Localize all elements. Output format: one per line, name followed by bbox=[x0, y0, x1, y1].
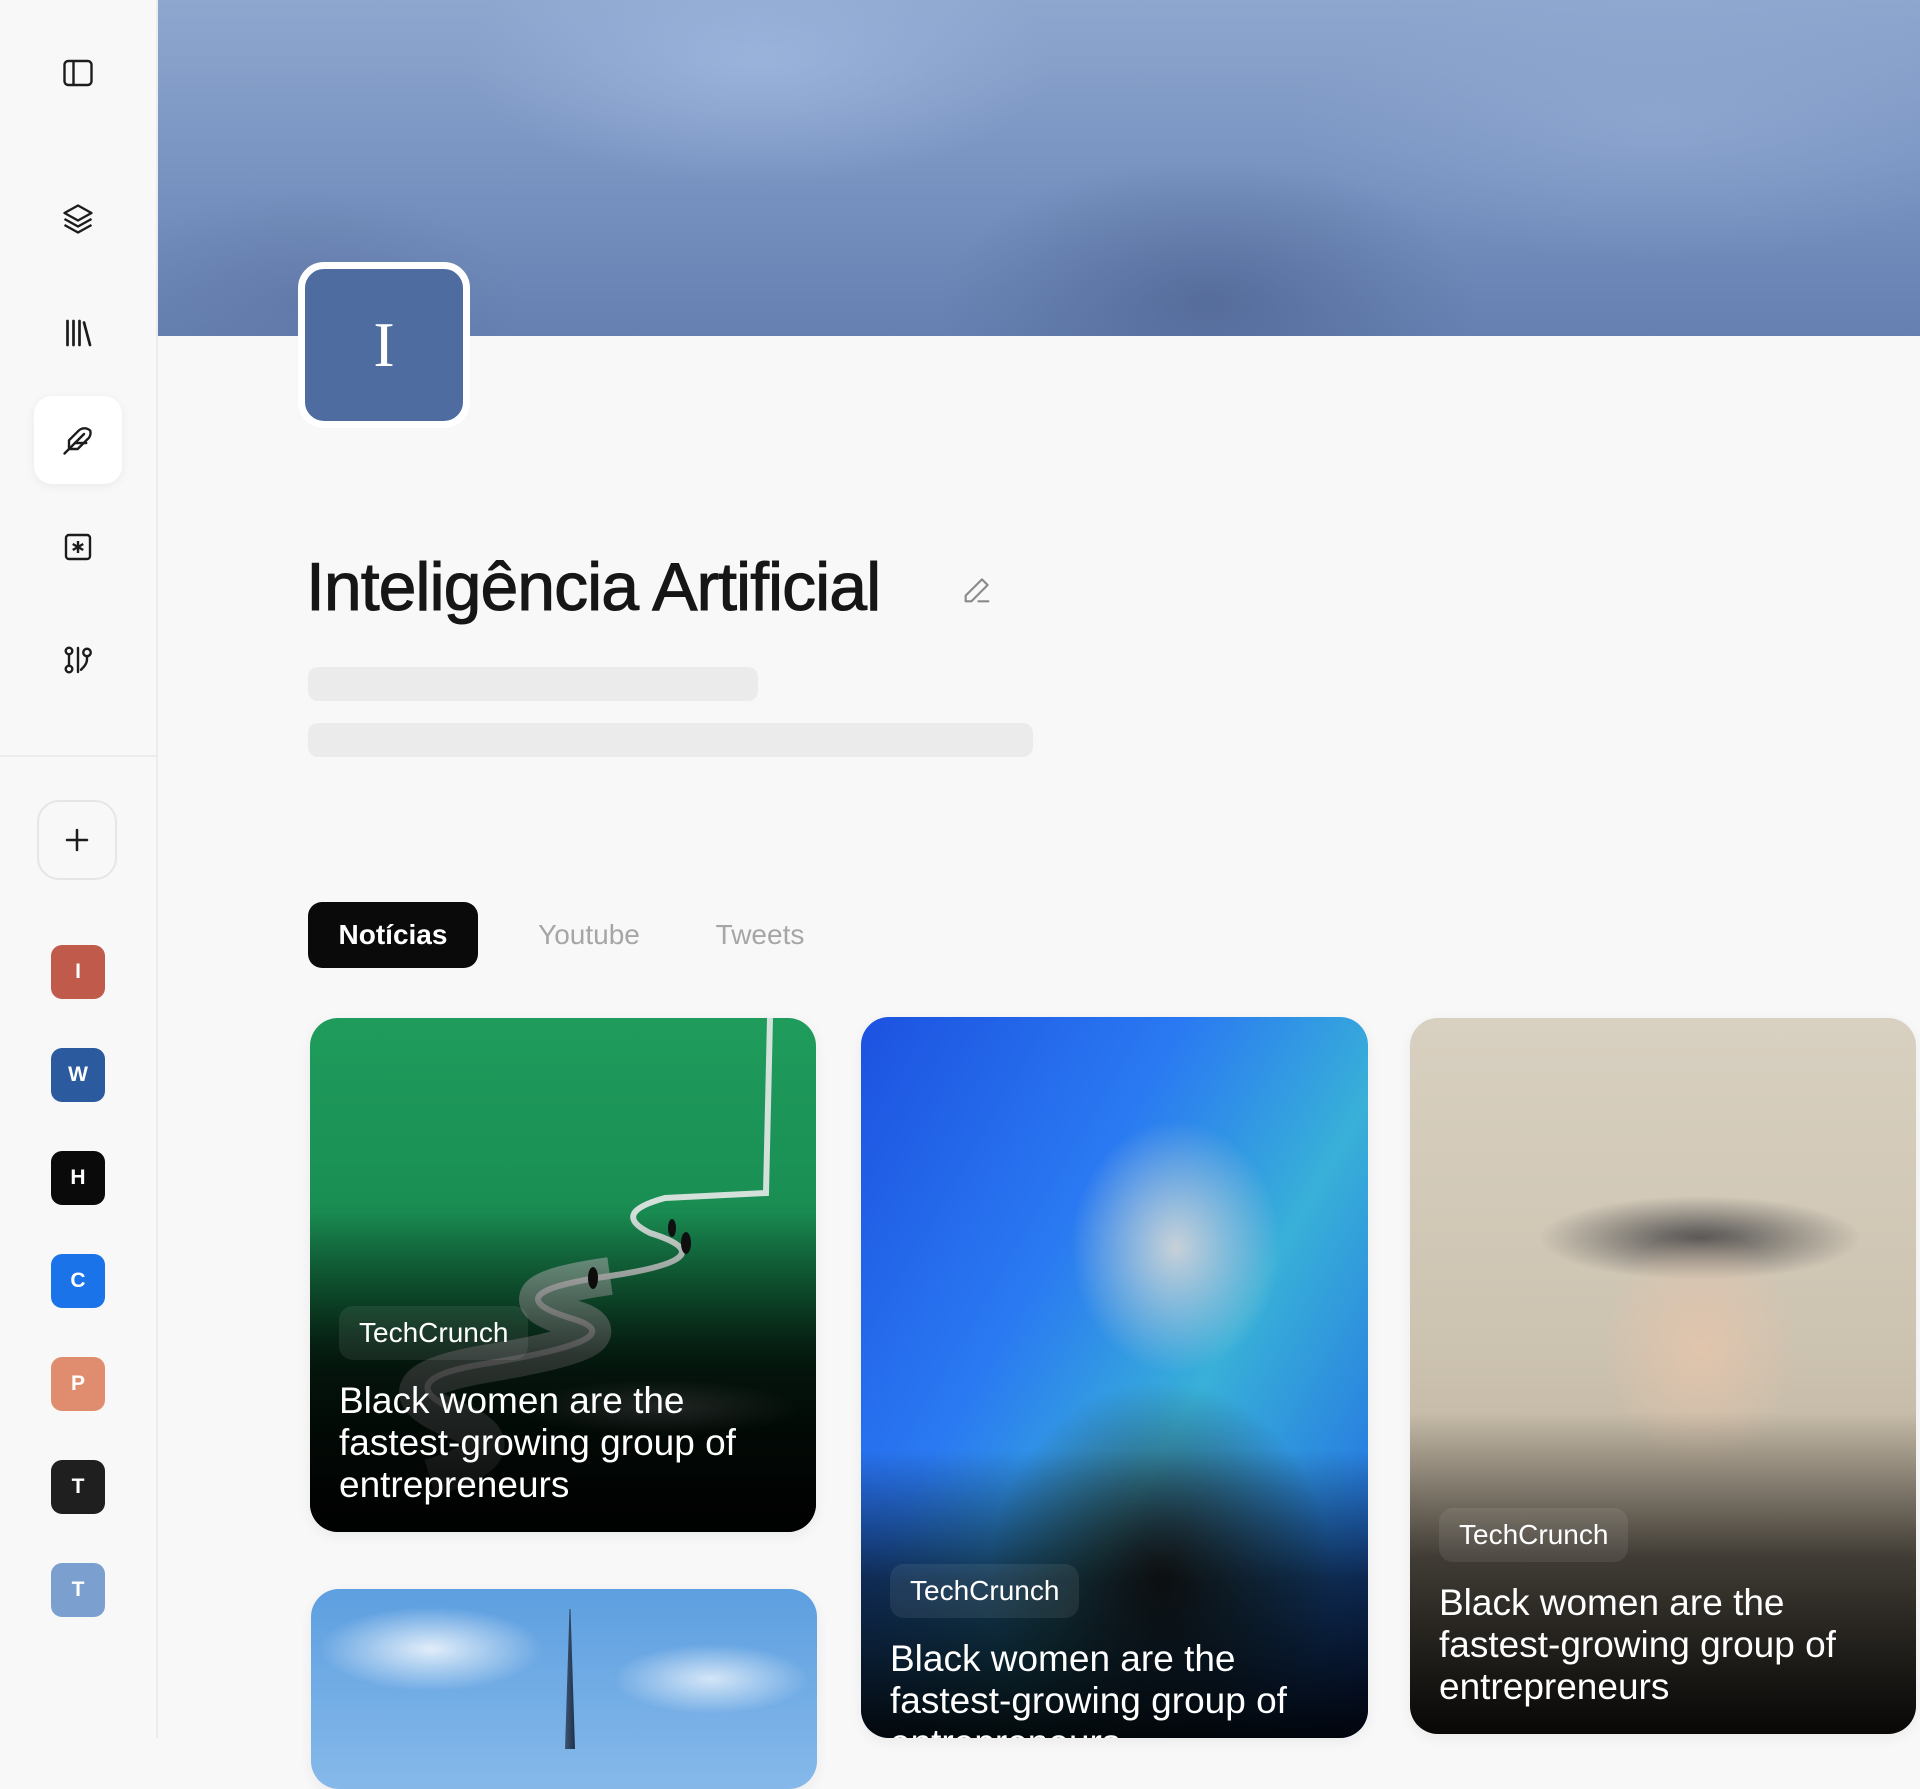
workspace-button[interactable]: I bbox=[51, 945, 105, 999]
card-content: TechCrunch Black women are the fastest-g… bbox=[339, 1306, 796, 1506]
nav-feed[interactable] bbox=[34, 396, 122, 484]
avatar-letter: I bbox=[373, 309, 395, 380]
description-skeleton-line bbox=[308, 667, 758, 701]
library-icon bbox=[66, 319, 92, 347]
topic-avatar: I bbox=[298, 262, 470, 428]
card-title: Black women are the fastest-growing grou… bbox=[890, 1638, 1287, 1738]
workspace-letter: C bbox=[70, 1269, 86, 1292]
sidebar-toggle-icon bbox=[63, 59, 93, 87]
workspace-button[interactable]: H bbox=[51, 1151, 105, 1205]
tab-youtube[interactable]: Youtube bbox=[516, 902, 662, 968]
asterisk-box-icon bbox=[64, 533, 92, 561]
workspace-letter: H bbox=[70, 1166, 86, 1189]
sidebar: I W H C P T T bbox=[0, 0, 158, 1738]
news-card[interactable]: TechCrunch Black women are the fastest-g… bbox=[310, 1018, 816, 1532]
tab-tweets[interactable]: Tweets bbox=[694, 902, 826, 968]
nav-library[interactable] bbox=[34, 289, 122, 377]
flow-icon bbox=[64, 646, 92, 674]
workspace-letter: P bbox=[70, 1372, 85, 1395]
description-skeleton-line bbox=[308, 723, 1033, 757]
sidebar-toggle-button[interactable] bbox=[34, 29, 122, 117]
tab-noticias[interactable]: Notícias bbox=[308, 902, 478, 968]
news-card[interactable]: TechCrunch Black women are the fastest-g… bbox=[861, 1017, 1368, 1738]
news-card[interactable] bbox=[311, 1589, 817, 1789]
nav-layers[interactable] bbox=[34, 175, 122, 263]
page-title: Inteligência Artificial bbox=[305, 549, 881, 626]
plus-icon bbox=[65, 828, 89, 852]
workspace-button[interactable]: C bbox=[51, 1254, 105, 1308]
source-badge: TechCrunch bbox=[1439, 1508, 1629, 1562]
sidebar-divider bbox=[0, 755, 156, 757]
layers-icon bbox=[63, 204, 93, 234]
news-card[interactable]: TechCrunch Black women are the fastest-g… bbox=[1410, 1018, 1916, 1734]
source-badge: TechCrunch bbox=[890, 1564, 1080, 1618]
card-content: TechCrunch Black women are the fastest-g… bbox=[890, 1564, 1348, 1738]
workspace-button[interactable]: T bbox=[51, 1563, 105, 1617]
pencil-icon bbox=[964, 578, 990, 603]
workspace-letter: W bbox=[68, 1063, 88, 1086]
card-image bbox=[565, 1609, 575, 1749]
workspace-letter: T bbox=[71, 1475, 85, 1498]
nav-flows[interactable] bbox=[34, 616, 122, 704]
workspace-button[interactable]: P bbox=[51, 1357, 105, 1411]
workspace-button[interactable]: W bbox=[51, 1048, 105, 1102]
feather-icon bbox=[63, 427, 92, 455]
workspace-letter: T bbox=[71, 1578, 85, 1601]
workspace-letter: I bbox=[75, 960, 81, 983]
workspace-button[interactable]: T bbox=[51, 1460, 105, 1514]
add-workspace-button[interactable] bbox=[37, 800, 117, 880]
edit-title-button[interactable] bbox=[955, 568, 999, 612]
card-title: Black women are the fastest-growing grou… bbox=[339, 1380, 736, 1505]
nav-prompts[interactable] bbox=[34, 503, 122, 591]
card-content: TechCrunch Black women are the fastest-g… bbox=[1439, 1508, 1896, 1708]
source-badge: TechCrunch bbox=[339, 1306, 529, 1360]
card-title: Black women are the fastest-growing grou… bbox=[1439, 1582, 1836, 1707]
